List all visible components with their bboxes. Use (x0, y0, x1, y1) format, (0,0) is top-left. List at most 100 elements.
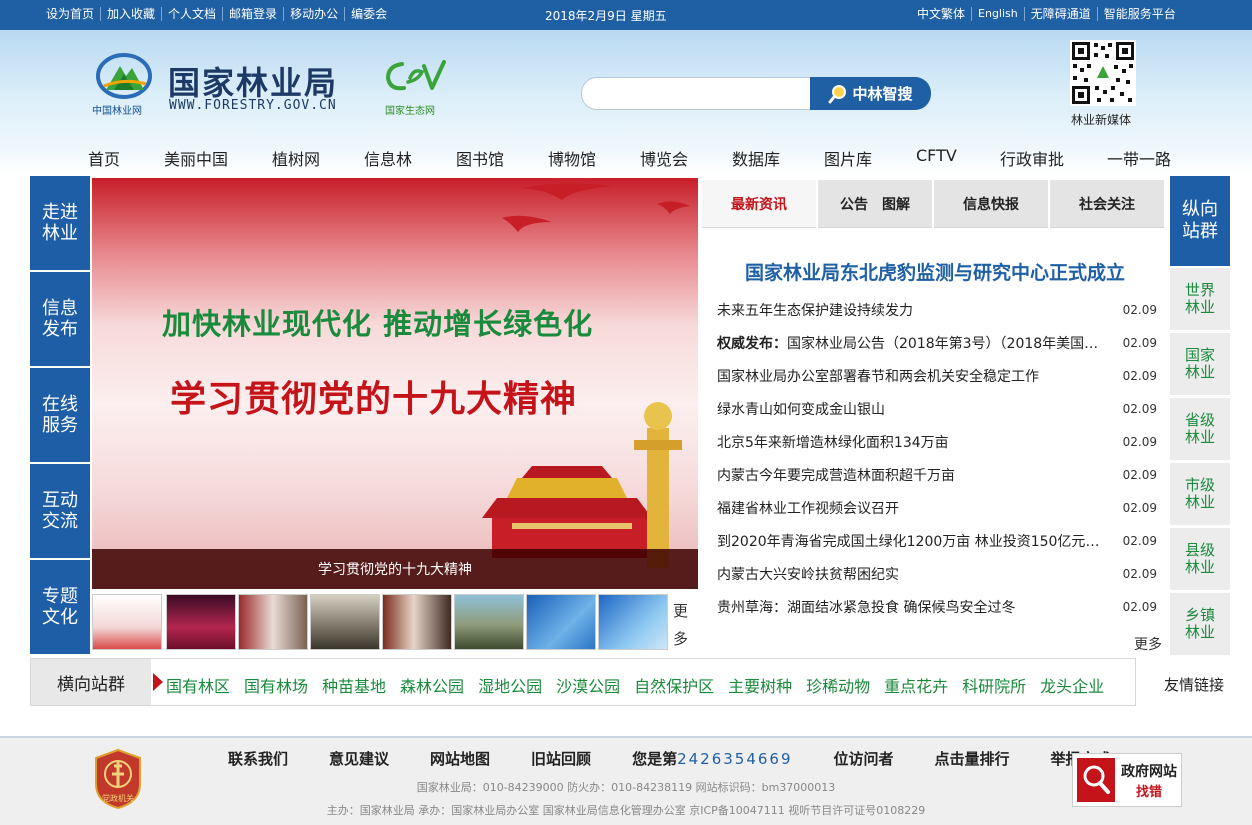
accessibility-link[interactable]: 无障碍通道 (1023, 7, 1097, 21)
thumbnail[interactable] (382, 594, 452, 650)
nav-item-database[interactable]: 数据库 (732, 146, 780, 170)
cev-logo-icon[interactable] (384, 58, 448, 94)
side-item-info-release[interactable]: 信息发布 (30, 272, 90, 366)
tab-bulletin[interactable]: 信息快报 (934, 180, 1048, 228)
news-title: 未来五年生态保护建设持续发力 (717, 303, 913, 319)
visitor-suffix: 位访问者 (833, 750, 894, 768)
site-link-world[interactable]: 世界林业 (1170, 268, 1230, 330)
main-banner[interactable]: 加快林业现代化 推动增长绿色化 学习贯彻党的十九大精神 学习贯彻党的十九大精神 (92, 178, 698, 589)
news-title: 到2020年青海省完成国土绿化1200万亩 林业投资150亿元以上 (717, 534, 1105, 550)
footer-feedback-link[interactable]: 意见建议 (329, 748, 389, 769)
english-link[interactable]: English (971, 7, 1024, 21)
add-favorite-link[interactable]: 加入收藏 (100, 7, 161, 21)
site-link-national[interactable]: 国家林业 (1170, 333, 1230, 395)
tab-social[interactable]: 社会关注 (1050, 180, 1164, 228)
hsite-link[interactable]: 国有林场 (244, 673, 308, 697)
thumbnail[interactable] (238, 594, 308, 650)
news-title: 国家林业局公告（2018年第3号）（2018年美国白蛾疫区） (787, 336, 1105, 352)
news-more-link[interactable]: 更多 (1134, 634, 1162, 654)
editorial-board-link[interactable]: 编委会 (344, 7, 393, 21)
search-input[interactable] (581, 77, 813, 110)
hsite-link[interactable]: 重点花卉 (884, 673, 948, 697)
site-link-county[interactable]: 县级林业 (1170, 528, 1230, 590)
thumbnails-more-link[interactable]: 更多 (673, 597, 693, 653)
footer-sitemap-link[interactable]: 网站地图 (430, 748, 490, 769)
thumbnail[interactable] (598, 594, 668, 650)
mail-login-link[interactable]: 邮箱登录 (222, 7, 283, 21)
thumbnail[interactable] (454, 594, 524, 650)
banner-slogan-green: 加快林业现代化 推动增长绿色化 (162, 307, 594, 341)
footer-contact-link[interactable]: 联系我们 (228, 748, 288, 769)
visitor-prefix: 您是第 (632, 750, 678, 768)
news-item[interactable]: 到2020年青海省完成国土绿化1200万亩 林业投资150亿元以上 02.09 (717, 531, 1157, 551)
friend-links-dropdown[interactable]: 友情链接 (1164, 674, 1224, 695)
side-item-interaction[interactable]: 互动交流 (30, 464, 90, 558)
news-item[interactable]: 内蒙古大兴安岭扶贫帮困纪实 02.09 (717, 564, 1157, 584)
horizontal-sites-bar: 横向站群 国有林区 国有林场 种苗基地 森林公园 湿地公园 沙漠公园 自然保护区… (30, 658, 1136, 706)
nav-item-info-forest[interactable]: 信息林 (364, 146, 412, 170)
news-item[interactable]: 内蒙古今年要完成营造林面积超千万亩 02.09 (717, 465, 1157, 485)
nav-item-tree-planting[interactable]: 植树网 (272, 146, 320, 170)
hsite-link[interactable]: 森林公园 (400, 673, 464, 697)
site-link-township[interactable]: 乡镇林业 (1170, 593, 1230, 655)
nav-item-home[interactable]: 首页 (88, 146, 120, 170)
news-title: 内蒙古大兴安岭扶贫帮困纪实 (717, 567, 899, 583)
nav-item-gallery[interactable]: 图片库 (824, 146, 872, 170)
left-side-menu: 走进林业 信息发布 在线服务 互动交流 专题文化 (30, 176, 90, 656)
news-item[interactable]: 国家林业局办公室部署春节和两会机关安全稳定工作 02.09 (717, 366, 1157, 386)
smart-service-link[interactable]: 智能服务平台 (1096, 7, 1182, 21)
hsite-link[interactable]: 沙漠公园 (556, 673, 620, 697)
thumbnail[interactable] (166, 594, 236, 650)
nav-item-belt-road[interactable]: 一带一路 (1107, 146, 1171, 170)
gov-site-error-report[interactable]: 政府网站 找错 (1072, 753, 1182, 807)
mobile-office-link[interactable]: 移动办公 (283, 7, 344, 21)
thumbnail[interactable] (310, 594, 380, 650)
news-item[interactable]: 北京5年来新增造林绿化面积134万亩 02.09 (717, 432, 1157, 452)
hsite-link[interactable]: 科研院所 (962, 673, 1026, 697)
hsite-link[interactable]: 主要树种 (728, 673, 792, 697)
site-link-provincial[interactable]: 省级林业 (1170, 398, 1230, 460)
nav-item-expo[interactable]: 博览会 (640, 146, 688, 170)
hsite-link[interactable]: 珍稀动物 (806, 673, 870, 697)
news-item[interactable]: 权威发布：国家林业局公告（2018年第3号）（2018年美国白蛾疫区） 02.09 (717, 333, 1157, 353)
news-item[interactable]: 福建省林业工作视频会议召开 02.09 (717, 498, 1157, 518)
nav-item-library[interactable]: 图书馆 (456, 146, 504, 170)
traditional-chinese-link[interactable]: 中文繁体 (911, 7, 971, 21)
side-item-online-service[interactable]: 在线服务 (30, 368, 90, 462)
hsite-link[interactable]: 湿地公园 (478, 673, 542, 697)
thumbnail[interactable] (92, 594, 162, 650)
site-link-city[interactable]: 市级林业 (1170, 463, 1230, 525)
tab-announcements[interactable]: 公告 图解 (818, 180, 932, 228)
footer-old-site-link[interactable]: 旧站回顾 (531, 748, 591, 769)
news-date: 02.09 (1122, 435, 1157, 449)
nav-item-museum[interactable]: 博物馆 (548, 146, 596, 170)
qr-caption: 林业新媒体 (1071, 113, 1132, 127)
nav-item-cftv[interactable]: CFTV (916, 146, 957, 165)
footer-ranking-link[interactable]: 点击量排行 (935, 748, 1010, 769)
hsite-link[interactable]: 国有林区 (166, 673, 230, 697)
search-button[interactable]: 中林智搜 (810, 77, 931, 110)
news-item[interactable]: 绿水青山如何变成金山银山 02.09 (717, 399, 1157, 419)
thumbnail[interactable] (526, 594, 596, 650)
news-item[interactable]: 未来五年生态保护建设持续发力 02.09 (717, 300, 1157, 320)
hsite-link[interactable]: 自然保护区 (634, 673, 714, 697)
site-url: WWW.FORESTRY.GOV.CN (169, 98, 337, 113)
news-headline[interactable]: 国家林业局东北虎豹监测与研究中心正式成立 (702, 258, 1168, 285)
hsite-link[interactable]: 种苗基地 (322, 673, 386, 697)
side-item-about-forestry[interactable]: 走进林业 (30, 176, 90, 270)
news-item[interactable]: 贵州草海：湖面结冰紧急投食 确保候鸟安全过冬 02.09 (717, 597, 1157, 617)
side-item-special-topics[interactable]: 专题文化 (30, 560, 90, 654)
news-title: 绿水青山如何变成金山银山 (717, 402, 885, 418)
news-date: 02.09 (1122, 402, 1157, 416)
forestry-logo-icon[interactable] (96, 52, 152, 100)
set-homepage-link[interactable]: 设为首页 (40, 7, 100, 21)
nav-item-admin-approval[interactable]: 行政审批 (1000, 146, 1064, 170)
footer-contact-line: 国家林业局：010-84239000 防火办：010-84238119 网站标识… (416, 781, 836, 794)
tab-latest-news[interactable]: 最新资讯 (702, 180, 816, 228)
party-gov-badge-icon[interactable]: 党政机关 (92, 748, 144, 810)
nav-item-beautiful-china[interactable]: 美丽中国 (164, 146, 228, 170)
personal-docs-link[interactable]: 个人文档 (161, 7, 222, 21)
footer-sponsor-line: 主办：国家林业局 承办：国家林业局办公室 国家林业局信息化管理办公室 京ICP备… (326, 804, 926, 817)
gov-label-group: 政府网站 找错 (1121, 761, 1177, 800)
hsite-link[interactable]: 龙头企业 (1040, 673, 1104, 697)
